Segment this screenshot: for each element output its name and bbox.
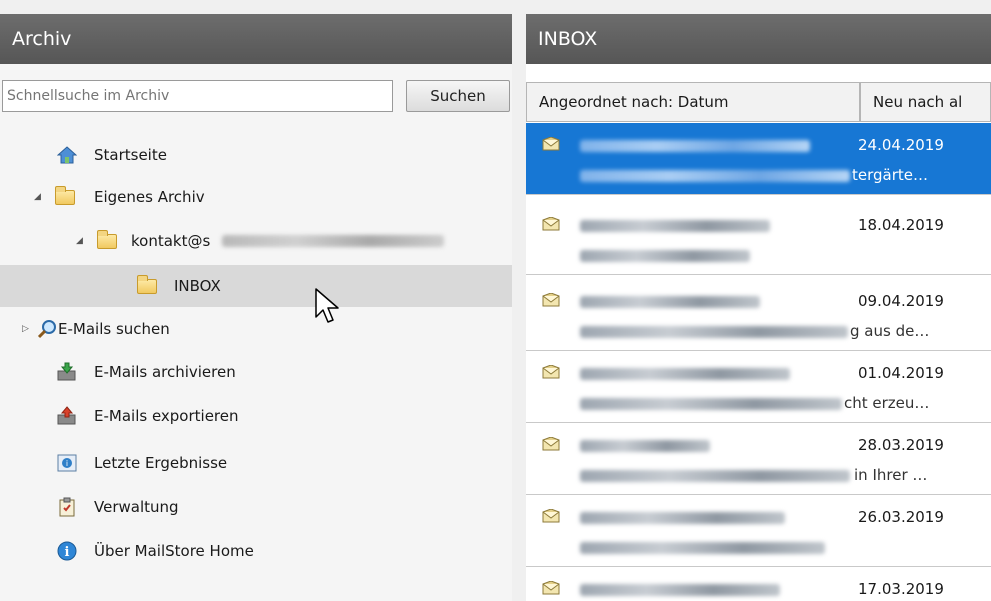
quick-search-input[interactable] <box>2 80 393 112</box>
column-header-date[interactable]: Angeordnet nach: Datum <box>526 82 860 122</box>
mail-date: 01.04.2019 <box>858 364 944 382</box>
tree-item-about[interactable]: i Über MailStore Home <box>0 530 512 572</box>
magnifier-icon <box>36 319 58 339</box>
tree-item-home-label: Startseite <box>94 146 167 164</box>
mail-snippet-tail: cht erzeu… <box>844 394 930 412</box>
tree-item-administration-label: Verwaltung <box>94 498 179 516</box>
envelope-icon <box>542 509 560 523</box>
mail-date: 09.04.2019 <box>858 292 944 310</box>
tree-item-archive-mails-label: E-Mails archivieren <box>94 363 236 381</box>
mail-row[interactable]: 24.04.2019 tergärte… <box>526 123 991 195</box>
folder-icon <box>96 229 118 251</box>
mail-date: 18.04.2019 <box>858 216 944 234</box>
search-button[interactable]: Suchen <box>406 80 510 112</box>
archive-panel-header: Archiv <box>0 14 512 64</box>
tree-item-own-archive-label: Eigenes Archiv <box>94 188 205 206</box>
tree-item-search-mails-label: E-Mails suchen <box>58 320 170 338</box>
folder-icon <box>54 185 76 207</box>
redacted-subject <box>580 470 850 482</box>
collapse-triangle-icon[interactable]: ◢ <box>34 192 44 202</box>
tree-item-recent-results[interactable]: i Letzte Ergebnisse <box>0 442 512 484</box>
redacted-sender <box>580 220 770 232</box>
redacted-sender <box>580 512 785 524</box>
redacted-subject <box>580 170 850 182</box>
mail-row[interactable]: 01.04.2019 cht erzeu… <box>526 351 991 423</box>
mail-row[interactable]: 09.04.2019 g aus de… <box>526 279 991 351</box>
archive-mail-icon <box>56 362 78 382</box>
redacted-sender <box>580 440 710 452</box>
svg-text:i: i <box>66 459 68 468</box>
tree-item-account-label: kontakt@s <box>131 232 211 250</box>
clipboard-icon <box>56 497 78 517</box>
mail-row[interactable]: 17.03.2019 <box>526 567 991 601</box>
mail-date: 17.03.2019 <box>858 580 944 598</box>
tree-item-inbox[interactable]: INBOX <box>0 265 512 307</box>
tree-item-home[interactable]: Startseite <box>0 134 512 176</box>
archive-tree-panel: Suchen Startseite ◢ Eigenes Archiv ◢ kon… <box>0 64 512 601</box>
tree-item-own-archive[interactable]: ◢ Eigenes Archiv <box>0 176 512 218</box>
tree-item-export-mails-label: E-Mails exportieren <box>94 407 239 425</box>
mouse-cursor-icon <box>315 288 339 323</box>
envelope-icon <box>542 293 560 307</box>
tree-item-account[interactable]: ◢ kontakt@s <box>0 220 512 262</box>
redacted-subject <box>580 250 750 262</box>
expand-triangle-icon[interactable]: ▷ <box>22 324 32 334</box>
tree-item-about-label: Über MailStore Home <box>94 542 254 560</box>
tree-item-inbox-label: INBOX <box>174 277 221 295</box>
home-icon <box>56 145 78 165</box>
redacted-subject <box>580 542 825 554</box>
redacted-sender <box>580 140 810 152</box>
tree-item-search-mails[interactable]: ▷ E-Mails suchen <box>0 308 512 350</box>
mail-row[interactable]: 28.03.2019 in Ihrer … <box>526 423 991 495</box>
mail-row[interactable]: 18.04.2019 <box>526 203 991 275</box>
mail-row[interactable]: 26.03.2019 <box>526 495 991 567</box>
tree-item-recent-results-label: Letzte Ergebnisse <box>94 454 228 472</box>
envelope-icon <box>542 217 560 231</box>
mail-date: 26.03.2019 <box>858 508 944 526</box>
collapse-triangle-icon[interactable]: ◢ <box>76 236 86 246</box>
column-header-newest[interactable]: Neu nach al <box>860 82 991 122</box>
redacted-account-name <box>222 235 444 247</box>
envelope-icon <box>542 437 560 451</box>
redacted-sender <box>580 368 790 380</box>
tree-item-administration[interactable]: Verwaltung <box>0 486 512 528</box>
mail-snippet-tail: g aus de… <box>850 322 930 340</box>
redacted-subject <box>580 398 842 410</box>
column-header-newest-label: Neu nach al <box>873 93 963 111</box>
info-icon: i <box>56 541 78 561</box>
envelope-icon <box>542 365 560 379</box>
archive-panel-title: Archiv <box>12 28 72 50</box>
mail-snippet-tail: tergärte… <box>852 166 929 184</box>
inbox-panel-title: INBOX <box>538 28 598 50</box>
mail-list-panel: Angeordnet nach: Datum Neu nach al 24.04… <box>526 64 991 601</box>
results-icon: i <box>56 453 78 473</box>
envelope-icon <box>542 137 560 151</box>
export-mail-icon <box>56 406 78 426</box>
redacted-sender <box>580 584 780 596</box>
mail-date: 24.04.2019 <box>858 136 944 154</box>
mail-snippet-tail: in Ihrer … <box>854 466 928 484</box>
envelope-icon <box>542 581 560 595</box>
tree-item-archive-mails[interactable]: E-Mails archivieren <box>0 351 512 393</box>
column-header-date-label: Angeordnet nach: Datum <box>539 93 729 111</box>
redacted-sender <box>580 296 760 308</box>
tree-item-export-mails[interactable]: E-Mails exportieren <box>0 395 512 437</box>
folder-icon <box>136 274 158 296</box>
mail-date: 28.03.2019 <box>858 436 944 454</box>
inbox-panel-header: INBOX <box>526 14 991 64</box>
svg-text:i: i <box>65 545 70 560</box>
redacted-subject <box>580 326 848 338</box>
